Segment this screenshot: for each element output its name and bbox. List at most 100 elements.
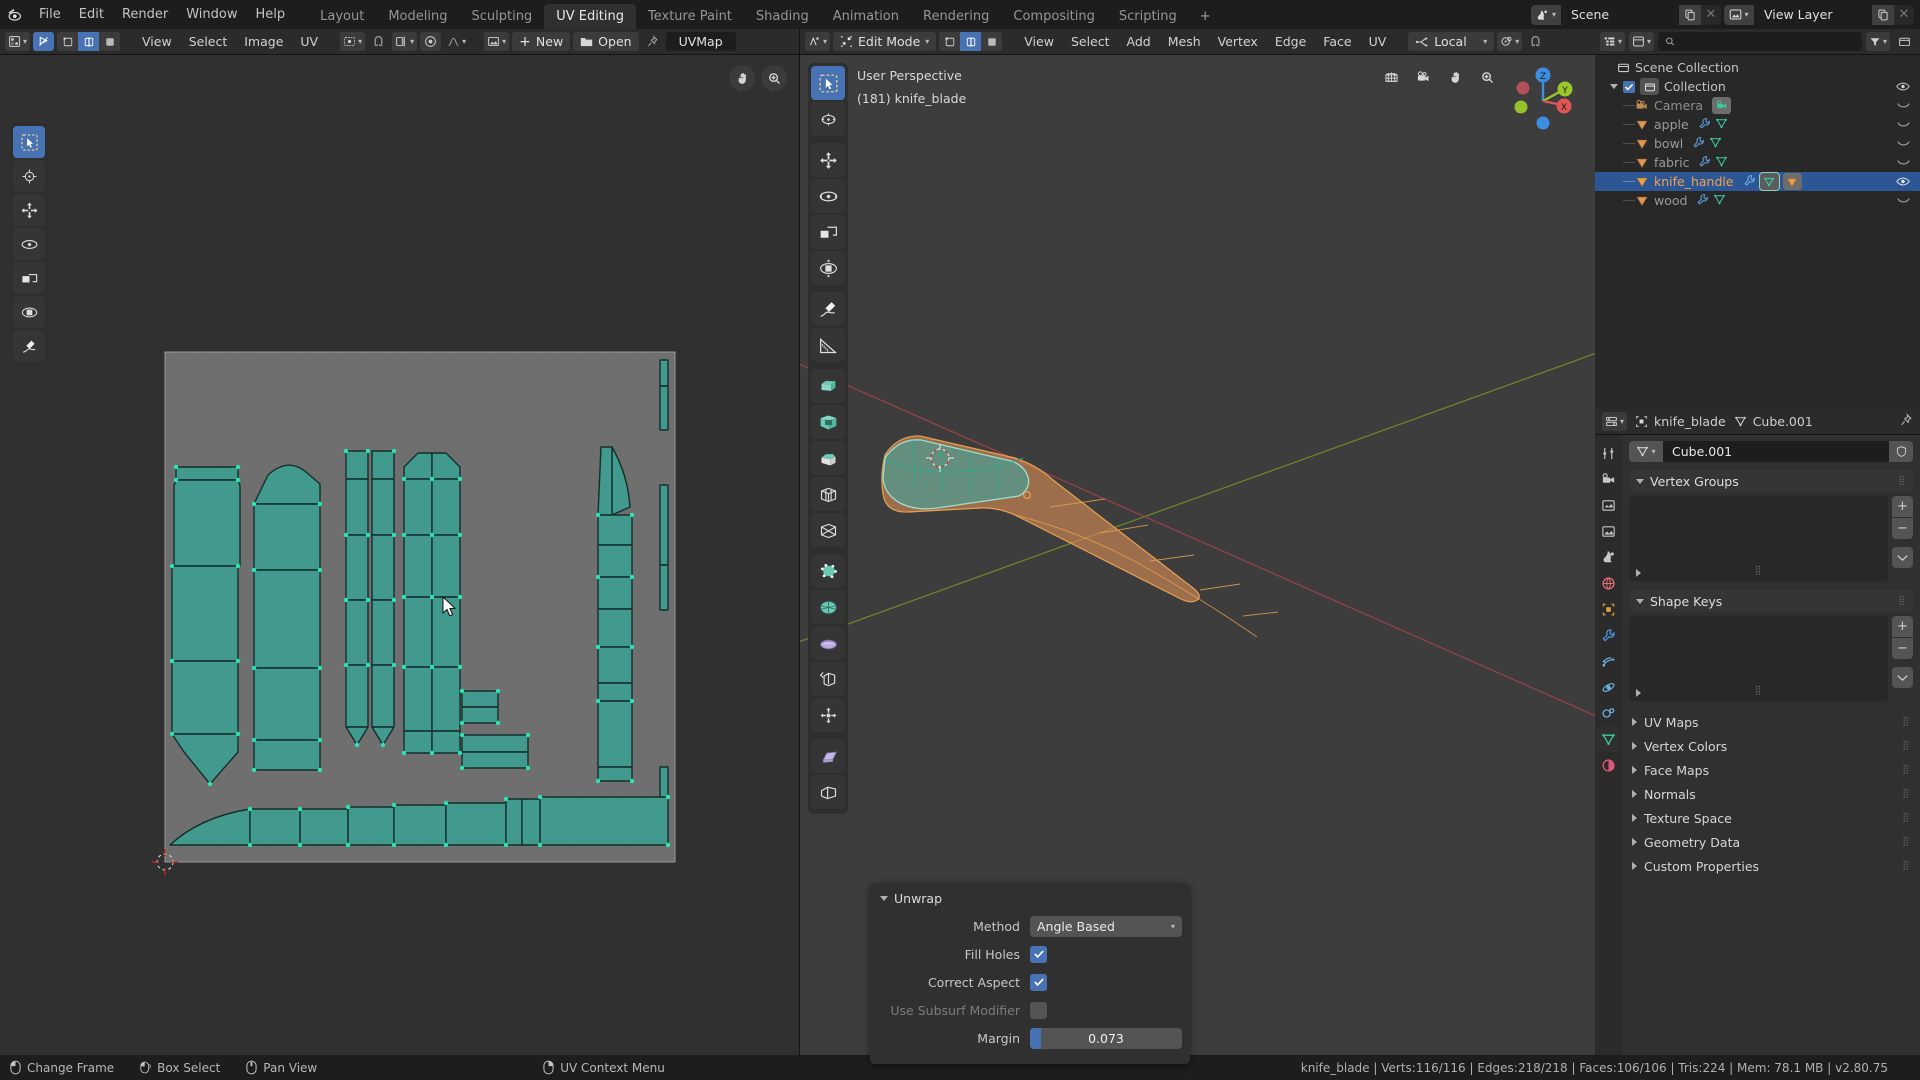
workspace-tab-sculpting[interactable]: Sculpting <box>459 4 544 29</box>
uv-tool-tweak[interactable] <box>13 126 45 158</box>
margin-slider[interactable]: 0.073 <box>1030 1027 1182 1049</box>
new-scene-button[interactable] <box>1679 4 1701 25</box>
vp-menu-uv[interactable]: UV <box>1362 32 1394 51</box>
uv-canvas[interactable] <box>0 55 799 1055</box>
blender-logo-icon[interactable] <box>0 0 30 29</box>
outliner-row-knife-handle[interactable]: knife_handle <box>1595 172 1920 191</box>
panel-header-uv-maps[interactable]: UV Maps ⣿ <box>1629 710 1913 734</box>
properties-tab-particles[interactable] <box>1596 649 1621 674</box>
uv-snap-magnet-icon[interactable] <box>368 32 389 51</box>
tool-bevel[interactable] <box>811 441 845 475</box>
modifier-icon[interactable] <box>1743 174 1756 190</box>
properties-tab-material[interactable] <box>1596 753 1621 778</box>
view-layer-selector[interactable]: ▾ View Layer ✕ <box>1724 4 1914 25</box>
outliner-row-collapse[interactable] <box>1897 121 1920 129</box>
camera-data-icon[interactable] <box>1712 97 1732 114</box>
properties-tab-tool[interactable] <box>1596 441 1621 466</box>
panel-header-texture-space[interactable]: Texture Space ⣿ <box>1629 806 1913 830</box>
panel-header-face-maps[interactable]: Face Maps ⣿ <box>1629 758 1913 782</box>
tool-extrude-region[interactable] <box>811 369 845 403</box>
mesh-datablock-name[interactable]: Cube.001 <box>1663 444 1889 459</box>
uv-tool-annotate[interactable] <box>13 330 45 362</box>
tool-select-box[interactable] <box>811 66 845 100</box>
uv-tool-rotate[interactable] <box>13 228 45 260</box>
outliner-search-input[interactable] <box>1680 34 1855 49</box>
object-icon[interactable] <box>1782 173 1802 190</box>
uv-menu-uv[interactable]: UV <box>293 32 325 51</box>
menu-window[interactable]: Window <box>177 4 246 25</box>
uv-new-image-button[interactable]: + New <box>512 32 571 51</box>
properties-tab-world[interactable] <box>1596 571 1621 596</box>
properties-breadcrumb[interactable]: knife_blade <box>1635 414 1726 429</box>
outliner-row-collapse[interactable] <box>1897 197 1920 205</box>
camera-view-icon[interactable] <box>1410 64 1436 90</box>
tool-knife[interactable] <box>811 513 845 547</box>
properties-tab-constraints[interactable] <box>1596 701 1621 726</box>
toggle-grid-icon[interactable] <box>1378 64 1404 90</box>
vp-menu-view[interactable]: View <box>1017 32 1061 51</box>
tool-shear[interactable] <box>811 739 845 773</box>
uv-open-image-button[interactable]: Open <box>573 32 639 51</box>
remove-view-layer-button[interactable]: ✕ <box>1894 5 1914 25</box>
uv-select-mode-group[interactable] <box>57 32 121 51</box>
workspace-tab-animation[interactable]: Animation <box>821 4 911 29</box>
uv-tool-cursor[interactable] <box>13 160 45 192</box>
outliner-row-fabric[interactable]: fabric <box>1595 153 1920 172</box>
uv-pivot-point-selector[interactable]: ▾ <box>340 32 366 51</box>
operator-panel-title[interactable]: Unwrap <box>878 889 1182 914</box>
workspace-tab-modeling[interactable]: Modeling <box>376 4 459 29</box>
tool-cursor[interactable] <box>811 102 845 136</box>
mesh-data-icon[interactable] <box>1715 155 1728 171</box>
modifier-icon[interactable] <box>1698 117 1711 133</box>
tool-poly-build[interactable] <box>811 554 845 588</box>
editor-type-properties-icon[interactable]: ▾ <box>1602 412 1628 431</box>
workspace-tab-scripting[interactable]: Scripting <box>1107 4 1189 29</box>
workspace-tab-uv-editing[interactable]: UV Editing <box>544 4 637 29</box>
modifier-icon[interactable] <box>1698 155 1711 171</box>
uv-proportional-edit-toggle[interactable] <box>420 32 442 51</box>
workspace-tab-layout[interactable]: Layout <box>308 4 376 29</box>
expand-triangle-icon[interactable] <box>1610 84 1618 89</box>
uv-pan-view-icon[interactable] <box>729 65 755 91</box>
vp-menu-vertex[interactable]: Vertex <box>1211 32 1265 51</box>
tool-scale[interactable] <box>811 215 845 249</box>
workspace-tab-shading[interactable]: Shading <box>744 4 821 29</box>
select-face-mode[interactable] <box>981 32 1003 51</box>
menu-file[interactable]: File <box>30 4 70 25</box>
tool-move[interactable] <box>811 143 845 177</box>
panel-header-custom-properties[interactable]: Custom Properties ⣿ <box>1629 854 1913 878</box>
uv-menu-image[interactable]: Image <box>237 32 290 51</box>
mesh-data-icon[interactable] <box>1715 117 1728 133</box>
list-resize-grip[interactable]: ⣿ <box>1755 566 1763 576</box>
correct-aspect-checkbox[interactable] <box>1030 973 1047 991</box>
panel-header-normals[interactable]: Normals ⣿ <box>1629 782 1913 806</box>
uv-menu-select[interactable]: Select <box>182 32 235 51</box>
outliner-row-visibility[interactable] <box>1896 81 1920 92</box>
modifier-icon[interactable] <box>1692 136 1705 152</box>
outliner-row-collection[interactable]: Collection <box>1595 77 1920 96</box>
workspace-tab-rendering[interactable]: Rendering <box>911 4 1001 29</box>
editor-type-outliner-icon[interactable]: ▾ <box>1600 32 1626 51</box>
remove-vertex-group-button[interactable]: − <box>1892 518 1913 539</box>
uv-tool-transform[interactable] <box>13 296 45 328</box>
add-vertex-group-button[interactable]: + <box>1892 496 1913 517</box>
uv-pin-icon[interactable] <box>642 32 663 51</box>
panel-header-vertex-groups[interactable]: Vertex Groups ⣿ <box>1629 470 1913 492</box>
workspace-tab-texture-paint[interactable]: Texture Paint <box>636 4 744 29</box>
mesh-data-icon[interactable] <box>1758 172 1780 191</box>
outliner-filter-button[interactable]: ▾ <box>1865 32 1890 51</box>
add-shape-key-button[interactable]: + <box>1892 616 1913 637</box>
tool-loop-cut[interactable] <box>811 477 845 511</box>
modifier-icon[interactable] <box>1696 193 1709 209</box>
mesh-datablock-field[interactable]: ▾ Cube.001 <box>1629 441 1913 462</box>
properties-tab-object-data[interactable] <box>1596 727 1621 752</box>
pan-view-icon[interactable] <box>1442 64 1468 90</box>
panel-header-vertex-colors[interactable]: Vertex Colors ⣿ <box>1629 734 1913 758</box>
uv-select-edge-mode[interactable] <box>78 32 100 51</box>
transform-orientation-selector[interactable]: Local ▾ <box>1408 32 1495 51</box>
properties-tab-physics[interactable] <box>1596 675 1621 700</box>
properties-tab-object[interactable] <box>1596 597 1621 622</box>
properties-tab-scene[interactable] <box>1596 545 1621 570</box>
select-vertex-mode[interactable] <box>939 32 961 51</box>
list-resize-grip[interactable]: ⣿ <box>1755 686 1763 696</box>
